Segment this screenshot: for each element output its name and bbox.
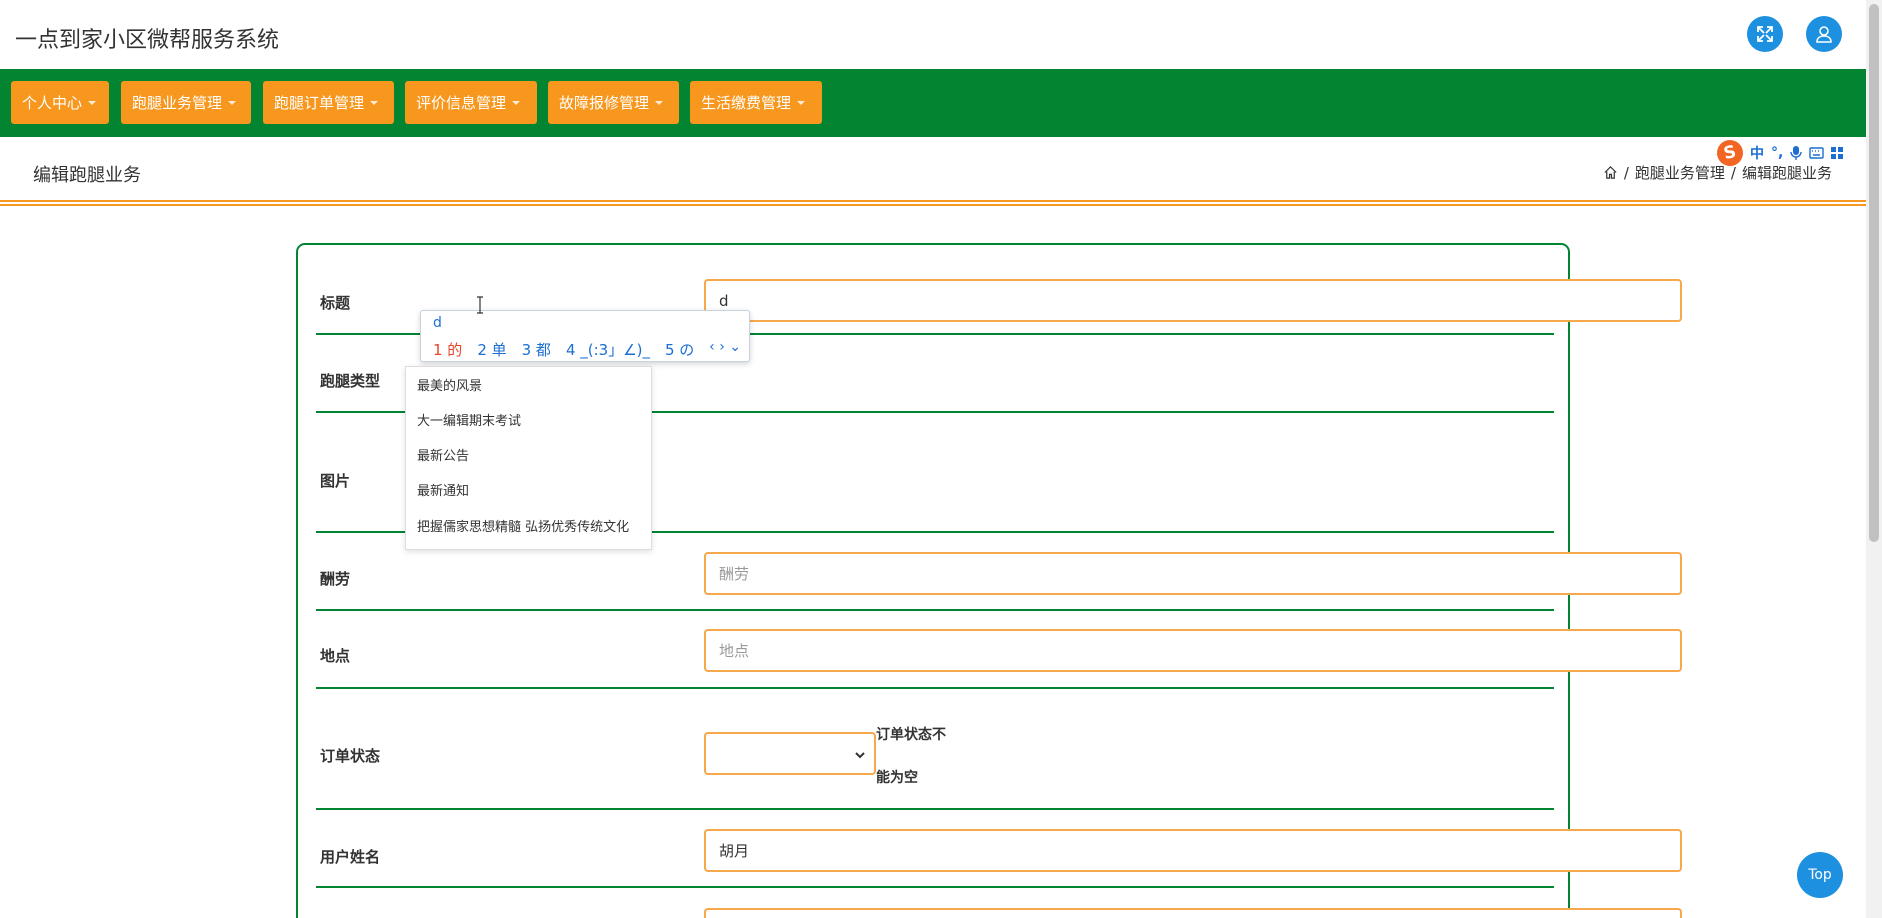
nav-item-label: 跑腿业务管理 [132, 94, 223, 112]
history-item[interactable]: 最新通知 [417, 480, 469, 499]
history-item[interactable]: 把握儒家思想精髓 弘扬优秀传统文化 [417, 516, 629, 535]
caret-down-icon [797, 100, 806, 105]
history-item[interactable]: 最美的风景 [417, 375, 482, 394]
app-title: 一点到家小区微帮服务系统 [15, 28, 280, 53]
history-item[interactable]: 最新公告 [417, 445, 469, 464]
ime-candidate[interactable]: 2 单 [477, 339, 506, 360]
breadcrumb-separator: / [1730, 163, 1736, 182]
caret-down-icon [512, 100, 521, 105]
reward-input[interactable]: 酬劳 [704, 552, 1682, 595]
ime-candidate[interactable]: 5 の [665, 339, 694, 360]
ime-logo[interactable]: S [1714, 137, 1746, 169]
field-label: 酬劳 [320, 570, 351, 588]
validation-error: 订单状态不 [876, 727, 946, 743]
field-label: 地点 [320, 647, 351, 665]
nav-item-label: 生活缴费管理 [701, 94, 792, 112]
field-label: 订单状态 [320, 747, 381, 765]
keyboard-icon[interactable] [1809, 147, 1825, 159]
ime-toolbar: S 中 °, [1714, 137, 1866, 169]
grid-icon[interactable] [1831, 146, 1844, 160]
page-scrollbar[interactable] [1866, 0, 1882, 918]
ime-composition: d [433, 315, 442, 331]
ime-page-nav[interactable]: ‹ › ⌄ [709, 339, 741, 355]
username-input[interactable]: 胡月 [704, 829, 1682, 872]
ime-candidate-list: 1 的 2 单 3 都 4 _(:3」∠)_ 5 の [433, 339, 694, 360]
top-header: 一点到家小区微帮服务系统 [0, 0, 1866, 69]
divider [0, 204, 1866, 206]
title-input[interactable]: d [704, 279, 1682, 322]
page-header: 编辑跑腿业务 / 跑腿业务管理 / 编辑跑腿业务 [0, 137, 1866, 202]
ime-punct-toggle[interactable]: °, [1771, 145, 1783, 161]
app-root: 一点到家小区微帮服务系统 个人中心 跑腿业务管理 跑腿订单管理 评价信息管理 故… [0, 0, 1882, 918]
divider [0, 200, 1866, 202]
field-label: 用户姓名 [320, 848, 381, 866]
nav-item-reviews[interactable]: 评价信息管理 [405, 81, 537, 124]
breadcrumb-separator: / [1623, 163, 1629, 182]
ime-candidate[interactable]: 1 的 [433, 339, 462, 360]
breadcrumb-level1[interactable]: 跑腿业务管理 [1635, 162, 1725, 183]
scrollbar-thumb[interactable] [1869, 4, 1879, 542]
field-label: 跑腿类型 [320, 372, 381, 390]
order-status-select[interactable] [704, 732, 876, 775]
caret-down-icon [655, 100, 664, 105]
ime-candidate[interactable]: 4 _(:3」∠)_ [566, 339, 650, 360]
fullscreen-button[interactable] [1747, 16, 1783, 52]
ime-candidate-popup: d 1 的 2 单 3 都 4 _(:3」∠)_ 5 の ‹ › ⌄ [420, 310, 750, 362]
validation-error: 能为空 [876, 770, 918, 786]
back-to-top-button[interactable]: Top [1797, 852, 1843, 898]
caret-down-icon [88, 100, 97, 105]
form-row-order-status: 订单状态 订单状态不 能为空 [316, 689, 1554, 810]
nav-item-repairs[interactable]: 故障报修管理 [548, 81, 679, 124]
nav-item-utility-payments[interactable]: 生活缴费管理 [690, 81, 822, 124]
nav-item-personal-center[interactable]: 个人中心 [11, 81, 109, 124]
nav-item-label: 故障报修管理 [559, 94, 650, 112]
field-label: 图片 [320, 472, 351, 490]
next-input[interactable] [704, 908, 1682, 918]
user-button[interactable] [1806, 16, 1842, 52]
ime-mode-toggle[interactable]: 中 [1750, 143, 1764, 163]
main-nav: 个人中心 跑腿业务管理 跑腿订单管理 评价信息管理 故障报修管理 生活缴费管理 [0, 69, 1866, 137]
form-row-location: 地点 地点 [316, 611, 1682, 689]
page-title: 编辑跑腿业务 [33, 165, 141, 186]
form-row-username: 用户姓名 胡月 [316, 810, 1682, 888]
expand-icon [1757, 26, 1773, 42]
ime-candidate[interactable]: 3 都 [522, 339, 551, 360]
input-history-dropdown: 最美的风景 大一编辑期末考试 最新公告 最新通知 把握儒家思想精髓 弘扬优秀传统… [405, 366, 652, 550]
caret-down-icon [370, 100, 379, 105]
nav-item-label: 评价信息管理 [416, 94, 507, 112]
mic-icon[interactable] [1790, 146, 1803, 160]
history-item[interactable]: 大一编辑期末考试 [417, 410, 521, 429]
chevron-down-icon [855, 752, 865, 759]
user-icon [1816, 26, 1832, 43]
home-icon[interactable] [1603, 165, 1618, 180]
caret-down-icon [228, 100, 237, 105]
location-input[interactable]: 地点 [704, 629, 1682, 672]
nav-item-label: 个人中心 [22, 94, 83, 112]
nav-item-errand-orders[interactable]: 跑腿订单管理 [263, 81, 394, 124]
text-cursor-icon [477, 296, 483, 314]
field-label: 标题 [320, 294, 351, 312]
nav-item-label: 跑腿订单管理 [274, 94, 365, 112]
nav-item-errand-business[interactable]: 跑腿业务管理 [121, 81, 251, 124]
